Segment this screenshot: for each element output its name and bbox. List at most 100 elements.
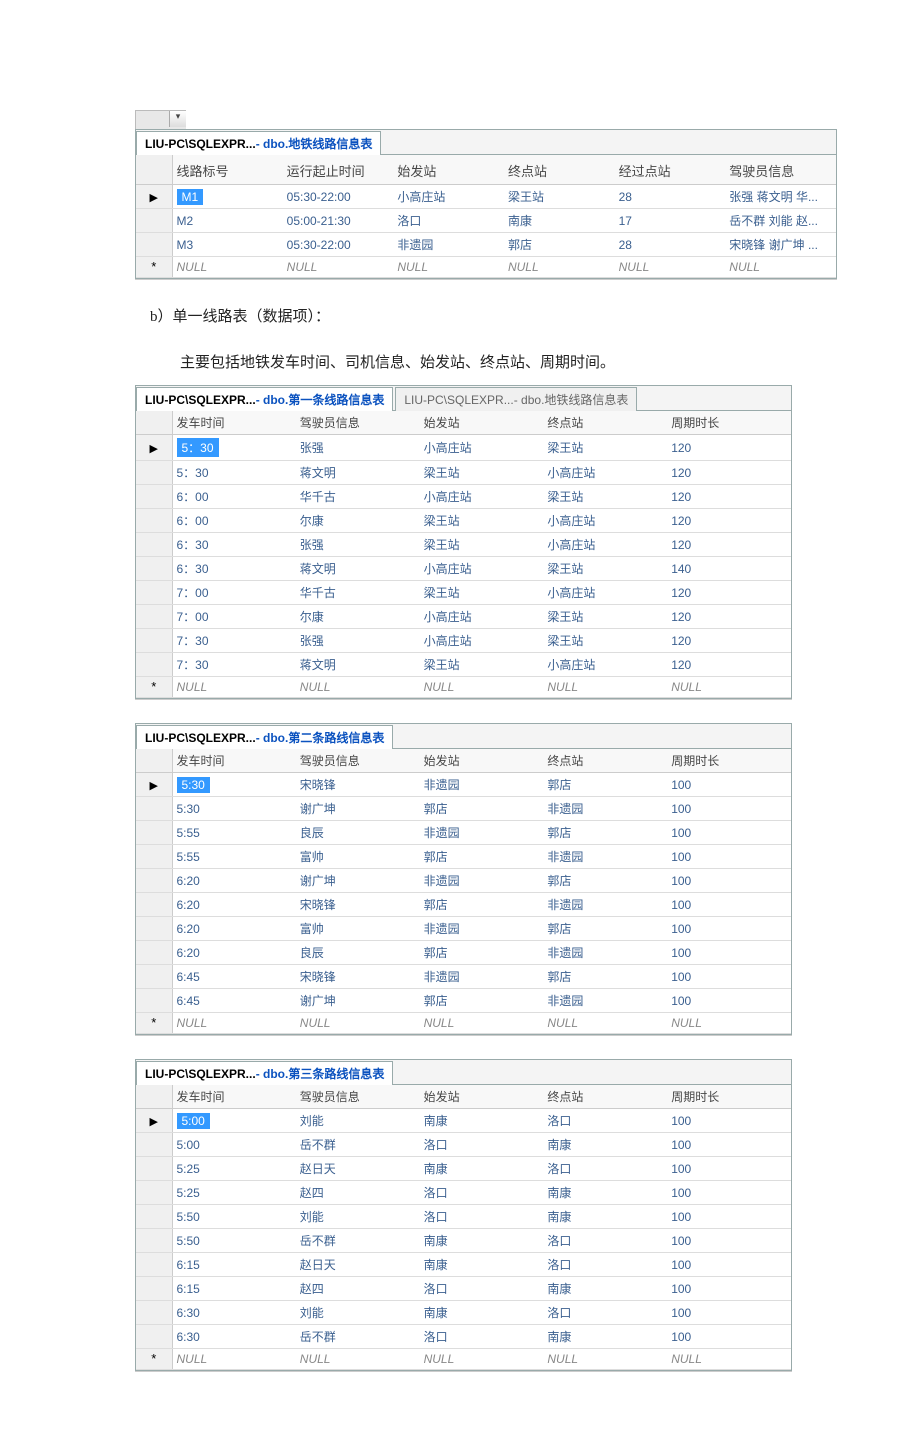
cell[interactable]: M2 (172, 209, 283, 233)
cell[interactable]: NULL (296, 1013, 420, 1034)
tab-route1[interactable]: LIU-PC\SQLEXPR... - dbo.第一条线路信息表 (136, 387, 393, 411)
cell[interactable]: 郭店 (543, 917, 667, 941)
cell[interactable]: 120 (667, 509, 791, 533)
table-row[interactable]: 5:30谢广坤郭店非遗园100 (136, 797, 791, 821)
cell[interactable]: 南康 (543, 1133, 667, 1157)
cell[interactable]: 刘能 (296, 1301, 420, 1325)
cell[interactable]: NULL (283, 257, 394, 278)
cell[interactable]: NULL (420, 677, 544, 698)
cell[interactable]: 南康 (420, 1109, 544, 1133)
data-grid[interactable]: 线路标号 运行起止时间 始发站 终点站 经过点站 驾驶员信息 ▶M105:30-… (136, 155, 836, 278)
cell[interactable]: 岳不群 (296, 1133, 420, 1157)
cell[interactable]: 100 (667, 1253, 791, 1277)
col-header[interactable]: 周期时长 (667, 411, 791, 435)
col-header[interactable]: 驾驶员信息 (725, 155, 836, 185)
table-row[interactable]: 6：30张强梁王站小高庄站120 (136, 533, 791, 557)
cell[interactable]: 6：30 (172, 557, 296, 581)
cell[interactable]: 6:30 (172, 1325, 296, 1349)
table-row[interactable]: 6：00华千古小高庄站梁王站120 (136, 485, 791, 509)
table-row[interactable]: 5:00岳不群洛口南康100 (136, 1133, 791, 1157)
table-row[interactable]: *NULLNULLNULLNULLNULL (136, 1349, 791, 1370)
cell[interactable]: 张强 蒋文明 华... (725, 185, 836, 209)
tab-metro-lines-inactive[interactable]: LIU-PC\SQLEXPR... - dbo.地铁线路信息表 (395, 387, 637, 411)
cell[interactable]: 赵日天 (296, 1253, 420, 1277)
row-header[interactable] (136, 989, 172, 1013)
cell[interactable]: 05:30-22:00 (283, 185, 394, 209)
table-row[interactable]: 7：30蒋文明梁王站小高庄站120 (136, 653, 791, 677)
cell[interactable]: 小高庄站 (543, 653, 667, 677)
cell[interactable]: 100 (667, 1325, 791, 1349)
table-row[interactable]: 5:55良辰非遗园郭店100 (136, 821, 791, 845)
table-row[interactable]: M205:00-21:30洛口南康17岳不群 刘能 赵... (136, 209, 836, 233)
table-row[interactable]: 5：30蒋文明梁王站小高庄站120 (136, 461, 791, 485)
table-row[interactable]: 7：00尔康小高庄站梁王站120 (136, 605, 791, 629)
cell[interactable]: 100 (667, 773, 791, 797)
cell[interactable]: NULL (615, 257, 726, 278)
cell[interactable]: 100 (667, 965, 791, 989)
cell[interactable]: 100 (667, 845, 791, 869)
cell[interactable]: 郭店 (420, 989, 544, 1013)
col-header[interactable]: 周期时长 (667, 1085, 791, 1109)
cell[interactable]: 郭店 (420, 893, 544, 917)
table-row[interactable]: 6:30岳不群洛口南康100 (136, 1325, 791, 1349)
cell[interactable]: NULL (725, 257, 836, 278)
cell[interactable]: 南康 (420, 1157, 544, 1181)
col-header[interactable]: 运行起止时间 (283, 155, 394, 185)
cell[interactable]: 5:50 (172, 1229, 296, 1253)
col-header[interactable]: 线路标号 (172, 155, 283, 185)
cell[interactable]: 郭店 (420, 845, 544, 869)
cell[interactable]: 宋晓锋 (296, 773, 420, 797)
col-header[interactable]: 驾驶员信息 (296, 749, 420, 773)
cell[interactable]: 7：00 (172, 581, 296, 605)
cell[interactable]: 洛口 (420, 1181, 544, 1205)
cell[interactable]: NULL (420, 1013, 544, 1034)
cell[interactable]: 100 (667, 821, 791, 845)
cell[interactable]: 140 (667, 557, 791, 581)
cell[interactable]: NULL (172, 1013, 296, 1034)
current-row-caret-icon[interactable]: ▶ (136, 185, 172, 209)
cell[interactable]: 郭店 (543, 965, 667, 989)
cell[interactable]: 120 (667, 485, 791, 509)
cell[interactable]: 谢广坤 (296, 797, 420, 821)
col-header[interactable]: 始发站 (420, 1085, 544, 1109)
cell[interactable]: 良辰 (296, 821, 420, 845)
cell[interactable]: 洛口 (543, 1229, 667, 1253)
cell[interactable]: 张强 (296, 629, 420, 653)
data-grid[interactable]: 发车时间 驾驶员信息 始发站 终点站 周期时长 ▶5：30张强小高庄站梁王站12… (136, 411, 791, 698)
row-header[interactable] (136, 653, 172, 677)
cell[interactable]: 7：30 (172, 629, 296, 653)
col-header[interactable]: 经过点站 (615, 155, 726, 185)
cell[interactable]: 100 (667, 1205, 791, 1229)
row-header[interactable] (136, 1181, 172, 1205)
cell[interactable]: 120 (667, 435, 791, 461)
new-row-star-icon[interactable]: * (136, 1349, 172, 1370)
cell[interactable]: 小高庄站 (393, 185, 504, 209)
cell[interactable]: 6:20 (172, 941, 296, 965)
cell[interactable]: 100 (667, 1109, 791, 1133)
cell[interactable]: 7：30 (172, 653, 296, 677)
data-grid[interactable]: 发车时间 驾驶员信息 始发站 终点站 周期时长 ▶5:00刘能南康洛口1005:… (136, 1085, 791, 1370)
cell[interactable]: 张强 (296, 435, 420, 461)
cell[interactable]: NULL (543, 1349, 667, 1370)
row-header[interactable] (136, 1157, 172, 1181)
cell[interactable]: 100 (667, 1301, 791, 1325)
cell[interactable]: NULL (504, 257, 615, 278)
cell[interactable]: 120 (667, 653, 791, 677)
row-header[interactable] (136, 1277, 172, 1301)
cell[interactable]: 5:00 (172, 1109, 296, 1133)
table-row[interactable]: 5:25赵四洛口南康100 (136, 1181, 791, 1205)
row-header[interactable] (136, 869, 172, 893)
cell[interactable]: 洛口 (543, 1301, 667, 1325)
table-row[interactable]: 6:45宋晓锋非遗园郭店100 (136, 965, 791, 989)
row-header[interactable] (136, 629, 172, 653)
cell[interactable]: 郭店 (420, 941, 544, 965)
cell[interactable]: 梁王站 (543, 605, 667, 629)
row-header[interactable] (136, 509, 172, 533)
cell[interactable]: 梁王站 (420, 653, 544, 677)
cell[interactable]: 华千古 (296, 581, 420, 605)
cell[interactable]: 富帅 (296, 917, 420, 941)
cell[interactable]: NULL (172, 677, 296, 698)
col-header[interactable]: 终点站 (543, 1085, 667, 1109)
cell[interactable]: NULL (296, 1349, 420, 1370)
cell[interactable]: 5:55 (172, 821, 296, 845)
